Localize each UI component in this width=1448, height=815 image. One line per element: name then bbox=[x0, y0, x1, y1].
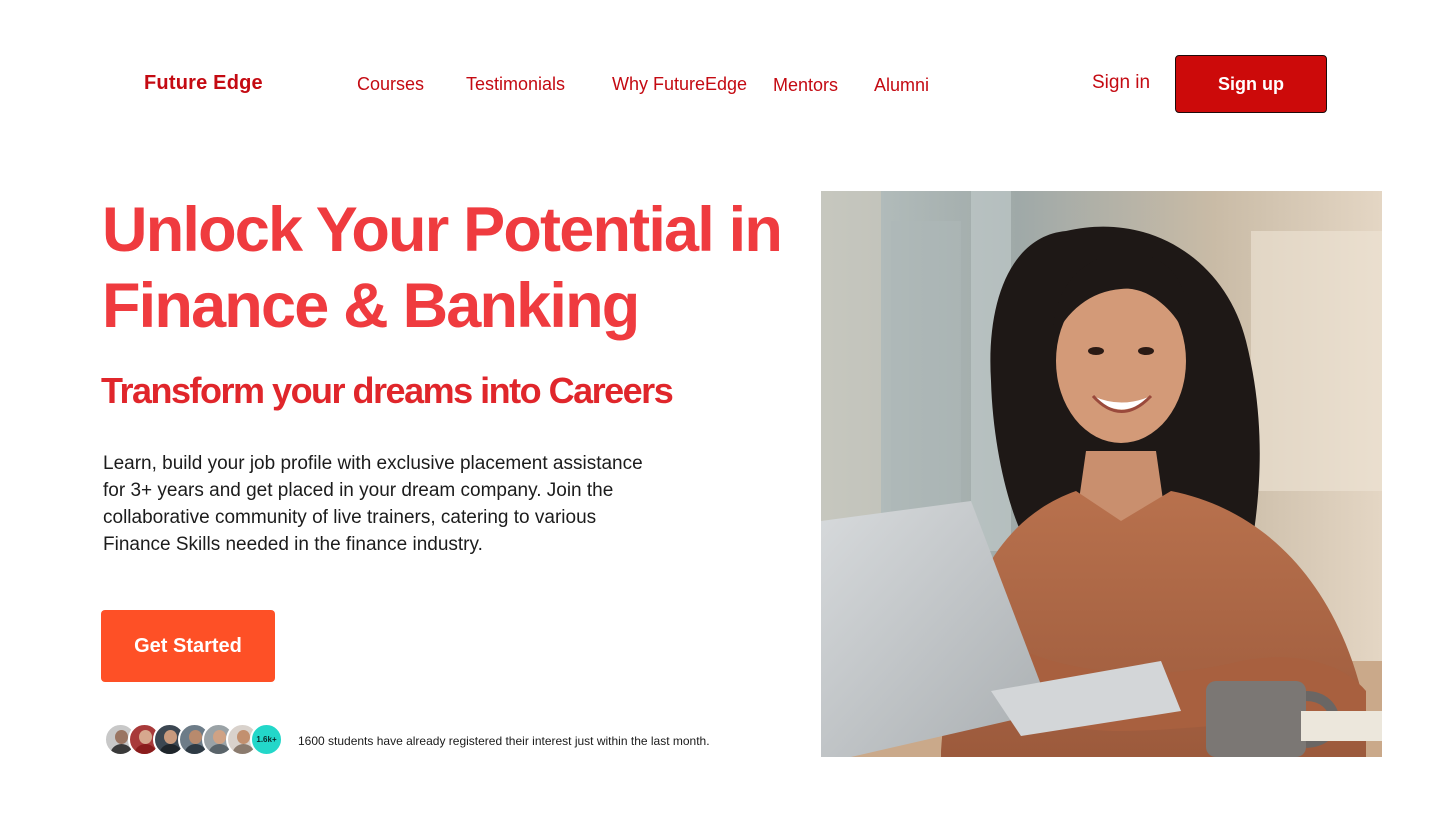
hero-title: Unlock Your Potential in Finance & Banki… bbox=[102, 192, 802, 344]
sign-up-button[interactable]: Sign up bbox=[1175, 55, 1327, 113]
student-count-badge: 1.6k+ bbox=[250, 723, 283, 756]
hero-description: Learn, build your job profile with exclu… bbox=[103, 453, 643, 555]
nav-mentors[interactable]: Mentors bbox=[773, 75, 838, 96]
nav-why-futureedge[interactable]: Why FutureEdge bbox=[612, 74, 747, 95]
hero-title-line-2: Finance & Banking bbox=[102, 271, 640, 341]
smiling-student-with-laptop-photo bbox=[821, 191, 1382, 757]
hero-title-line-1: Unlock Your Potential in bbox=[102, 195, 783, 265]
sign-in-link[interactable]: Sign in bbox=[1092, 72, 1150, 94]
nav-alumni[interactable]: Alumni bbox=[874, 75, 929, 96]
brand-logo[interactable]: Future Edge bbox=[144, 72, 263, 95]
get-started-button[interactable]: Get Started bbox=[101, 610, 275, 682]
nav-courses[interactable]: Courses bbox=[357, 74, 424, 95]
hero-subtitle: Transform your dreams into Careers bbox=[101, 370, 674, 411]
nav-testimonials[interactable]: Testimonials bbox=[466, 74, 565, 95]
landing-page: Future Edge Courses Testimonials Why Fut… bbox=[0, 0, 1448, 815]
students-registered-note: 1600 students have already registered th… bbox=[298, 734, 710, 748]
